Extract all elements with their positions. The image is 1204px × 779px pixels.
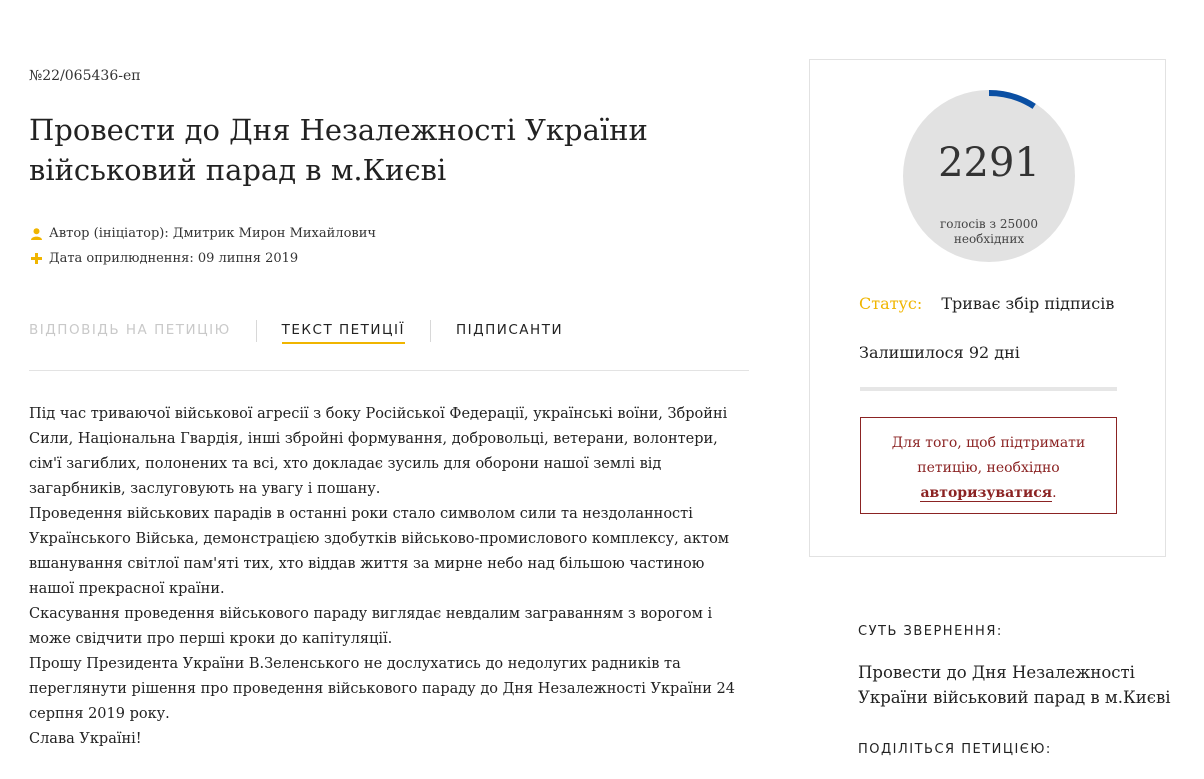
- share-heading: Поділіться петицією:: [858, 742, 1052, 757]
- tab-signers[interactable]: Підписанти: [456, 322, 563, 342]
- tab-petition-text[interactable]: Текст петиції: [281, 322, 405, 344]
- author-row: Автор (ініціатор): Дмитрик Мирон Михайло…: [29, 226, 376, 241]
- votes-count: 2291: [938, 140, 1040, 186]
- votes-caption: голосів з 25000 необхідних: [903, 217, 1075, 247]
- user-icon: [29, 227, 43, 240]
- auth-notice-period: .: [1052, 485, 1057, 501]
- essence-heading: Суть звернення:: [858, 624, 1003, 639]
- tab-divider: [429, 320, 431, 342]
- auth-notice: Для того, щоб підтримати петицію, необхі…: [860, 417, 1117, 514]
- days-progress-bar: [860, 387, 1117, 391]
- auth-notice-text: Для того, щоб підтримати петицію, необхі…: [891, 435, 1086, 476]
- date-text: Дата оприлюднення: 09 липня 2019: [49, 251, 299, 266]
- body-paragraph: Прошу Президента України В.Зеленського н…: [29, 656, 735, 722]
- tab-divider: [255, 320, 257, 342]
- tab-response[interactable]: Відповідь на петицію: [29, 322, 231, 342]
- plus-icon: [29, 253, 43, 264]
- petition-sidebar: 2291 голосів з 25000 необхідних Статус: …: [809, 59, 1166, 557]
- body-paragraph: Проведення військових парадів в останні …: [29, 506, 730, 597]
- login-link[interactable]: авторизуватися: [920, 485, 1053, 502]
- body-paragraph: Слава Україні!: [29, 731, 142, 747]
- status-label: Статус:: [859, 294, 923, 313]
- petition-body: Під час триваючої військової агресії з б…: [29, 402, 749, 752]
- votes-caption-line: голосів з 25000: [939, 217, 1039, 231]
- days-remaining: Залишилося 92 дні: [859, 343, 1020, 362]
- petition-tabs: Відповідь на петицію Текст петиції Підпи…: [29, 320, 749, 371]
- body-paragraph: Скасування проведення військового параду…: [29, 606, 713, 647]
- author-text: Автор (ініціатор): Дмитрик Мирон Михайло…: [49, 226, 376, 241]
- status-row: Статус: Триває збір підписів: [859, 294, 1114, 313]
- status-value: Триває збір підписів: [941, 294, 1115, 313]
- votes-caption-line: необхідних: [953, 232, 1025, 246]
- petition-number: №22/065436-еп: [29, 68, 141, 84]
- vote-counter: 2291 голосів з 25000 необхідних: [903, 90, 1075, 262]
- petition-title: Провести до Дня Незалежності України вій…: [29, 113, 648, 187]
- date-row: Дата оприлюднення: 09 липня 2019: [29, 251, 298, 266]
- body-paragraph: Під час триваючої військової агресії з б…: [29, 406, 728, 497]
- essence-text: Провести до Дня Незалежності України вій…: [858, 663, 1171, 707]
